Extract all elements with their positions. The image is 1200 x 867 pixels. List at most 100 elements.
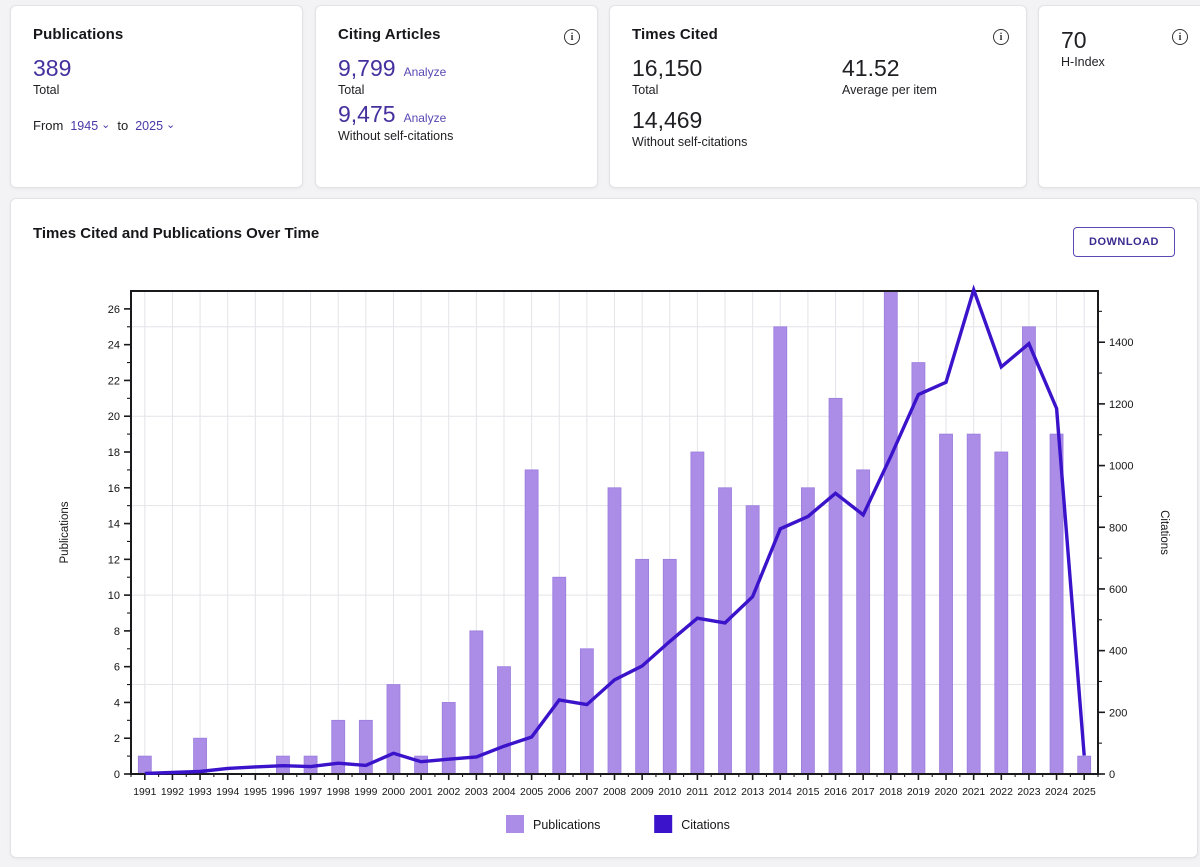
publications-bar-2008 [607, 487, 622, 775]
times-cited-total-label: Total [632, 83, 659, 98]
left-axis-tick-label: 12 [108, 554, 120, 566]
x-axis-tick-label: 2021 [962, 787, 985, 798]
x-axis-tick-label: 2002 [437, 787, 460, 798]
left-axis-tick-label: 24 [108, 340, 120, 352]
to-year-dropdown[interactable]: 2025 ⌄ [135, 119, 175, 133]
x-axis-tick-label: 2007 [575, 787, 598, 798]
left-axis-tick-label: 6 [114, 662, 120, 674]
left-axis: 02468101214161820222426Publications [59, 304, 131, 781]
publications-bar-2006 [552, 576, 567, 775]
times-cited-average-value: 41.52 [842, 55, 900, 81]
chevron-down-icon: ⌄ [101, 119, 111, 132]
right-axis-tick-label: 1200 [1109, 399, 1133, 411]
x-axis-tick-label: 2011 [686, 787, 709, 798]
times-cited-without-label: Without self-citations [632, 135, 748, 150]
x-axis-tick-label: 2017 [852, 787, 875, 798]
x-axis-tick-label: 1999 [354, 787, 377, 798]
x-axis: 1991 1992 1993 1994 1995 1996 1997 1998 1999 2000… [130, 774, 1099, 798]
right-axis-tick-label: 600 [1109, 584, 1127, 596]
left-axis-tick-label: 26 [108, 304, 120, 316]
info-icon[interactable]: i [564, 29, 580, 45]
citing-articles-card-title: Citing Articles [338, 26, 441, 43]
x-axis-tick-label: 2025 [1073, 787, 1096, 798]
from-year-value: 1945 [70, 118, 99, 133]
right-axis-tick-label: 400 [1109, 646, 1127, 658]
x-axis-tick-label: 2023 [1017, 787, 1040, 798]
citing-articles-card: Citing Articles i 9,799 Analyze Total 9,… [315, 5, 598, 188]
x-axis-tick-label: 1994 [216, 787, 239, 798]
x-axis-tick-label: 2005 [520, 787, 543, 798]
right-axis-tick-label: 800 [1109, 522, 1127, 534]
publications-bar-2015 [801, 487, 815, 775]
x-axis-tick-label: 1993 [189, 787, 212, 798]
left-axis-tick-label: 8 [114, 626, 120, 638]
from-label: From [33, 118, 64, 134]
x-axis-tick-label: 2009 [631, 787, 654, 798]
x-axis-tick-label: 2015 [796, 787, 819, 798]
publications-bar-2014 [773, 326, 788, 775]
publications-bar-2025 [1077, 755, 1092, 775]
left-axis-tick-label: 20 [108, 411, 120, 423]
publications-total-label: Total [33, 83, 60, 98]
right-axis-tick-label: 0 [1109, 769, 1115, 781]
x-axis-tick-label: 1997 [299, 787, 322, 798]
left-axis-tick-label: 10 [108, 590, 120, 602]
analyze-citing-total-link[interactable]: Analyze [404, 65, 447, 79]
x-axis-tick-label: 2010 [658, 787, 681, 798]
left-axis-tick-label: 0 [114, 769, 120, 781]
left-axis-tick-label: 4 [114, 697, 120, 709]
x-axis-tick-label: 2018 [879, 787, 902, 798]
times-cited-card-title: Times Cited [632, 26, 718, 43]
info-icon[interactable]: i [993, 29, 1009, 45]
from-year-dropdown[interactable]: 1945 ⌄ [70, 119, 110, 133]
right-axis-tick-label: 1400 [1109, 337, 1133, 349]
left-axis-tick-label: 2 [114, 733, 120, 745]
publications-bar-1991 [137, 755, 152, 775]
chart-card: Times Cited and Publications Over Time D… [10, 198, 1198, 858]
right-axis-tick-label: 200 [1109, 707, 1127, 719]
times-cited-total-value: 16,150 [632, 55, 703, 81]
times-cited-without-value: 14,469 [632, 107, 703, 134]
publications-bar-2004 [497, 666, 511, 775]
analyze-citing-without-link[interactable]: Analyze [404, 111, 447, 125]
legend-label: Publications [533, 818, 600, 832]
times-cited-publications-chart: 02468101214161820222426Publications02004… [59, 284, 1170, 833]
citation-report-page: Publications 389 Total From 1945 ⌄ to 20… [0, 0, 1200, 867]
x-axis-tick-label: 2004 [492, 787, 515, 798]
chart-legend: Publications Citations [506, 815, 730, 833]
publications-bar-1998 [331, 719, 346, 775]
x-axis-tick-label: 1995 [244, 787, 267, 798]
left-axis-tick-label: 14 [108, 519, 120, 531]
publications-bar-2020 [939, 433, 953, 775]
x-axis-tick-label: 2019 [907, 787, 930, 798]
x-axis-tick-label: 1998 [327, 787, 350, 798]
download-button[interactable]: DOWNLOAD [1073, 227, 1175, 257]
info-icon[interactable]: i [1172, 29, 1188, 45]
publications-bar-2002 [441, 702, 456, 775]
publications-bar-2007 [579, 648, 594, 775]
citing-total-value: 9,799 [338, 55, 396, 81]
left-axis-tick-label: 16 [108, 483, 120, 495]
h-index-label: H-Index [1061, 55, 1105, 70]
publications-bar-2003 [469, 630, 484, 775]
x-axis-tick-label: 2022 [990, 787, 1013, 798]
h-index-value: 70 [1061, 27, 1087, 53]
x-axis-tick-label: 2024 [1045, 787, 1068, 798]
to-year-value: 2025 [135, 118, 164, 133]
x-axis-tick-label: 2000 [382, 787, 405, 798]
x-axis-tick-label: 1996 [271, 787, 294, 798]
chevron-down-icon: ⌄ [166, 119, 176, 132]
right-axis: 0 200 400 600 800 1000 1200 1400 Citations [1098, 310, 1170, 781]
publications-bar-2019 [911, 362, 926, 775]
citing-without-label: Without self-citations [338, 129, 454, 144]
x-axis-tick-label: 1991 [133, 787, 156, 798]
legend-swatch [654, 815, 673, 833]
x-axis-tick-label: 2014 [769, 787, 792, 798]
x-axis-tick-label: 2006 [548, 787, 571, 798]
publications-card-title: Publications [33, 26, 124, 43]
times-cited-average-label: Average per item [842, 83, 937, 98]
to-label: to [117, 118, 129, 134]
h-index-card: i 70 H-Index [1038, 5, 1200, 188]
citing-without-value: 9,475 [338, 101, 396, 128]
publications-bar-2021 [966, 433, 981, 775]
